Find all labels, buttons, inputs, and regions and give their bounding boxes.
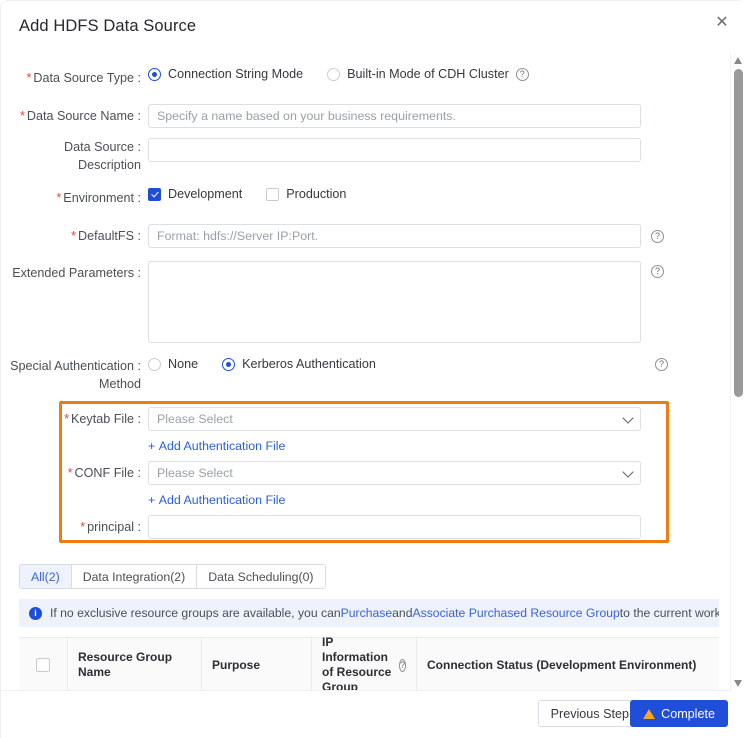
label-principal: *principal : [1,519,141,535]
help-icon-extended-parameters[interactable]: ? [651,265,664,278]
radio-builtin-mode-cdh[interactable]: Built-in Mode of CDH Cluster [327,67,509,81]
resource-group-table: Resource Group Name Purpose IP Informati… [19,637,719,692]
table-header-resource-group-name: Resource Group Name [68,638,202,692]
table-header-connection-status: Connection Status (Development Environme… [417,638,719,692]
label-special-authentication-method: Special Authentication : Method [1,357,141,393]
principal-input[interactable] [148,515,641,539]
conf-file-value: Please Select [157,466,233,480]
radio-indicator [222,358,235,371]
extended-parameters-textarea[interactable] [148,261,641,343]
label-data-source-name: *Data Source Name : [1,108,141,124]
table-header-select-all [19,638,68,692]
label-conf-file: *CONF File : [1,465,141,481]
label-data-source-description: Data Source : Description [1,138,141,174]
checkbox-development[interactable]: Development [148,187,242,201]
required-marker: * [80,520,85,534]
resource-group-tabs: All(2) Data Integration(2) Data Scheduli… [19,564,326,589]
label-data-source-type: *Data Source Type : [1,70,141,86]
radio-auth-none[interactable]: None [148,357,198,371]
label-extended-parameters: Extended Parameters : [1,265,141,281]
label-keytab-file: *Keytab File : [1,411,141,427]
banner-text-before: If no exclusive resource groups are avai… [50,606,341,620]
tab-data-scheduling[interactable]: Data Scheduling(0) [197,564,325,589]
data-source-name-input[interactable] [148,104,641,128]
dialog-footer: Previous Step Complete [1,690,745,738]
complete-button[interactable]: Complete [630,700,728,727]
required-marker: * [68,466,73,480]
complete-button-label: Complete [661,707,715,721]
radio-auth-kerberos[interactable]: Kerberos Authentication [222,357,376,371]
required-marker: * [71,229,76,243]
tab-all[interactable]: All(2) [19,564,72,589]
radio-indicator [327,68,340,81]
info-icon: i [29,607,42,620]
dialog-title: Add HDFS Data Source [19,17,196,36]
table-header-ip-information: IP Information of Resource Group? [312,638,417,692]
scroll-down-arrow-icon[interactable] [734,680,742,687]
radio-indicator [148,358,161,371]
close-icon[interactable]: ✕ [711,12,733,34]
add-data-source-dialog: Add HDFS Data Source ✕ *Data Source Type… [0,0,745,738]
defaultfs-input[interactable] [148,224,641,248]
banner-text-after: to the current workspace test [620,606,719,620]
help-icon-defaultfs[interactable]: ? [651,230,664,243]
table-header-ip-information-label: IP Information of Resource Group [322,635,395,695]
add-authentication-file-keytab[interactable]: + Add Authentication File [148,437,641,455]
dialog-header: Add HDFS Data Source ✕ [1,1,745,49]
keytab-file-value: Please Select [157,412,233,426]
banner-text-middle: and [392,606,412,620]
keytab-file-select[interactable]: Please Select [148,407,641,431]
chevron-down-icon [622,412,633,423]
associate-purchased-resource-group-link[interactable]: Associate Purchased Resource Group [412,606,619,620]
previous-step-button[interactable]: Previous Step [538,700,642,727]
table-header-purpose: Purpose [202,638,312,692]
required-marker: * [20,109,25,123]
radio-connection-string-mode[interactable]: Connection String Mode [148,67,303,81]
required-marker: * [64,412,69,426]
required-marker: * [27,71,32,85]
label-defaultfs: *DefaultFS : [1,228,141,244]
dialog-body: *Data Source Type : Connection String Mo… [1,49,729,691]
purchase-link[interactable]: Purchase [341,606,393,620]
data-source-description-input[interactable] [148,138,641,162]
tab-data-integration[interactable]: Data Integration(2) [72,564,198,589]
checkbox-indicator [148,188,161,201]
add-authentication-file-conf[interactable]: + Add Authentication File [148,491,641,509]
dialog-scrollbar[interactable] [730,53,745,691]
chevron-down-icon [622,466,633,477]
scrollbar-thumb[interactable] [734,69,743,397]
checkbox-indicator [266,188,279,201]
conf-file-select[interactable]: Please Select [148,461,641,485]
label-environment: *Environment : [1,190,141,206]
warning-triangle-icon [643,709,655,719]
help-icon-data-source-type[interactable]: ? [516,68,529,81]
help-icon-ip-information[interactable]: ? [399,659,406,672]
select-all-checkbox[interactable] [36,658,50,672]
radio-indicator [148,68,161,81]
help-icon-special-authentication[interactable]: ? [655,358,668,371]
scroll-up-arrow-icon[interactable] [734,57,742,64]
required-marker: * [56,191,61,205]
checkbox-production[interactable]: Production [266,187,346,201]
info-banner: i If no exclusive resource groups are av… [19,599,719,627]
